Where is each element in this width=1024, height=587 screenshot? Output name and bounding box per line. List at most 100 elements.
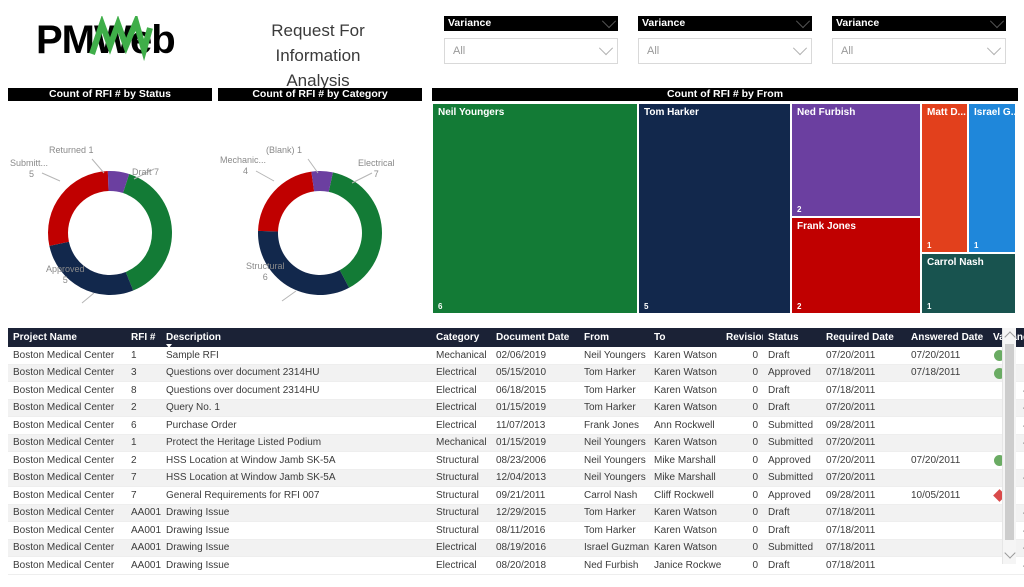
slicer-variance-1[interactable]: Variance All [444, 13, 618, 64]
table-row[interactable]: Boston Medical Center 2 HSS Location at Wi… [8, 451, 1024, 470]
col-status[interactable]: Status [763, 328, 821, 347]
cell-from: Ned Furbish [579, 556, 649, 575]
chart-count-by-status[interactable]: Count of RFI # by Status Draft 7 Approve… [8, 88, 212, 318]
cell-from: Tom Harker [579, 504, 649, 522]
scroll-down-arrow-icon[interactable] [1004, 547, 1016, 559]
donut-slice-electrical[interactable] [328, 172, 382, 288]
status-label-approved: Approved 5 [46, 264, 85, 285]
cell-answered-date [906, 469, 988, 487]
slicer-variance-2[interactable]: Variance All [638, 13, 812, 64]
chart-count-by-category[interactable]: Count of RFI # by Category Electrical 7 S… [218, 88, 422, 318]
col-revision[interactable]: Revision [721, 328, 768, 347]
table-vertical-scrollbar[interactable] [1002, 328, 1016, 564]
rfi-table-body[interactable]: Boston Medical Center 1 Sample RFI Mechanic… [8, 347, 1024, 575]
slicer-1-title: Variance [448, 17, 492, 29]
col-category[interactable]: Category [431, 328, 491, 347]
cell-revision: 0 [721, 434, 763, 452]
chart-category-donut[interactable]: Electrical 7 Structural 6 Mechanic... 4 (B… [218, 101, 422, 313]
cell-required-date: 09/28/2011 [821, 486, 906, 505]
cell-category: Electrical [431, 381, 491, 400]
table-row[interactable]: Boston Medical Center 1 Protect the Herita… [8, 434, 1024, 452]
leader-line [91, 158, 105, 174]
treemap-cell-value: 5 [644, 302, 649, 311]
chevron-down-icon[interactable] [598, 41, 614, 56]
slicer-2-header[interactable]: Variance [638, 13, 812, 31]
col-rfi-number[interactable]: RFI # [126, 328, 161, 347]
rfi-table-panel[interactable]: Project Name RFI # Description Category … [8, 328, 1024, 580]
table-row[interactable]: Boston Medical Center 1 Sample RFI Mechanic… [8, 347, 1024, 365]
cell-project-name: Boston Medical Center [8, 364, 126, 382]
cell-revision: 0 [721, 416, 763, 435]
slicer-3-header[interactable]: Variance [832, 13, 1006, 31]
cell-answered-date: 07/20/2011 [906, 347, 988, 365]
col-project-name[interactable]: Project Name [8, 328, 126, 347]
treemap-container[interactable]: Neil Youngers 6 Tom Harker 5 Ned Furbish 2 Fra… [432, 103, 1018, 316]
chevron-down-icon[interactable] [986, 41, 1002, 56]
table-row[interactable]: Boston Medical CenterAA0010Drawing Issue… [8, 504, 1024, 522]
treemap-cell[interactable]: Israel G... 1 [968, 103, 1016, 253]
chart-category-title: Count of RFI # by Category [218, 88, 422, 101]
treemap-cell[interactable]: Ned Furbish 2 [791, 103, 921, 217]
table-row[interactable]: Boston Medical CenterAA0012Drawing Issue… [8, 539, 1024, 557]
table-row[interactable]: Boston Medical Center 7 HSS Location at Wi… [8, 469, 1024, 487]
chevron-down-icon[interactable] [601, 13, 617, 28]
slicer-1-dropdown[interactable]: All [444, 38, 618, 64]
table-row[interactable]: Boston Medical Center 6 Purchase Order Elec… [8, 416, 1024, 435]
cell-answered-date [906, 539, 988, 557]
table-row[interactable]: Boston Medical CenterAA0011Drawing Issue… [8, 521, 1024, 540]
donut-slice-submitted[interactable] [48, 171, 109, 246]
col-required-date[interactable]: Required Date [821, 328, 906, 347]
cell-required-date: 07/18/2011 [821, 364, 906, 382]
scroll-up-arrow-icon[interactable] [1004, 331, 1016, 343]
slicer-1-value: All [453, 45, 466, 57]
slicer-3-dropdown[interactable]: All [832, 38, 1006, 64]
table-row[interactable]: Boston Medical Center 8 Questions over doc… [8, 381, 1024, 400]
cell-rfi-number: 2 [126, 399, 161, 417]
cell-to: Mike Marshall [649, 451, 721, 470]
category-label-blank: (Blank) 1 [266, 145, 303, 155]
cell-document-date: 08/11/2016 [491, 521, 579, 540]
rfi-table-head: Project Name RFI # Description Category … [8, 328, 1024, 348]
chevron-down-icon[interactable] [795, 13, 811, 28]
table-row[interactable]: Boston Medical Center 2 Query No. 1 Electri… [8, 399, 1024, 417]
table-row[interactable]: Boston Medical CenterAA0013Drawing Issue… [8, 556, 1024, 575]
chart-status-donut[interactable]: Draft 7 Approved5 Submitt... 5Submitt...… [8, 101, 212, 313]
col-description[interactable]: Description [161, 328, 431, 348]
col-document-date[interactable]: Document Date [491, 328, 579, 347]
col-from[interactable]: From [579, 328, 649, 347]
cell-category: Electrical [431, 539, 491, 557]
slicer-2-dropdown[interactable]: All [638, 38, 812, 64]
treemap-cell[interactable]: Frank Jones 2 [791, 217, 921, 314]
treemap-cell[interactable]: Neil Youngers 6 [432, 103, 638, 314]
cell-project-name: Boston Medical Center [8, 504, 126, 522]
status-label-returned: Returned 1 [49, 145, 94, 155]
cell-rfi-number: AA0013 [126, 556, 161, 575]
donut-slice-draft[interactable] [122, 174, 172, 291]
table-header-row: Project Name RFI # Description Category … [8, 328, 1024, 348]
cell-document-date: 02/06/2019 [491, 347, 579, 365]
cell-status: Submitted [763, 539, 821, 557]
treemap-cell[interactable]: Carrol Nash 1 [921, 253, 1016, 314]
cell-status: Submitted [763, 416, 821, 435]
chevron-down-icon[interactable] [792, 41, 808, 56]
table-row[interactable]: Boston Medical Center 3 Questions over doc… [8, 364, 1024, 382]
slicer-variance-3[interactable]: Variance All [832, 13, 1006, 64]
table-row[interactable]: Boston Medical Center 7 General Requiremen… [8, 486, 1024, 505]
status-donut-svg[interactable] [8, 101, 212, 313]
cell-document-date: 08/20/2018 [491, 556, 579, 575]
cell-required-date: 07/20/2011 [821, 451, 906, 470]
cell-category: Electrical [431, 399, 491, 417]
slicer-1-header[interactable]: Variance [444, 13, 618, 31]
rfi-table[interactable]: Project Name RFI # Description Category … [8, 328, 1024, 575]
donut-slice-mechanical[interactable] [258, 171, 315, 232]
cell-status: Submitted [763, 469, 821, 487]
scrollbar-thumb[interactable] [1005, 344, 1014, 540]
cell-category: Electrical [431, 364, 491, 382]
chart-count-by-from[interactable]: Count of RFI # by From Neil Youngers 6 Tom… [432, 88, 1018, 318]
col-answered-date[interactable]: Answered Date [906, 328, 988, 347]
treemap-cell[interactable]: Matt D... 1 [921, 103, 968, 253]
chevron-down-icon[interactable] [989, 13, 1005, 28]
treemap-cell[interactable]: Tom Harker 5 [638, 103, 791, 314]
col-to[interactable]: To [649, 328, 721, 347]
treemap-cell-value: 1 [927, 302, 932, 311]
